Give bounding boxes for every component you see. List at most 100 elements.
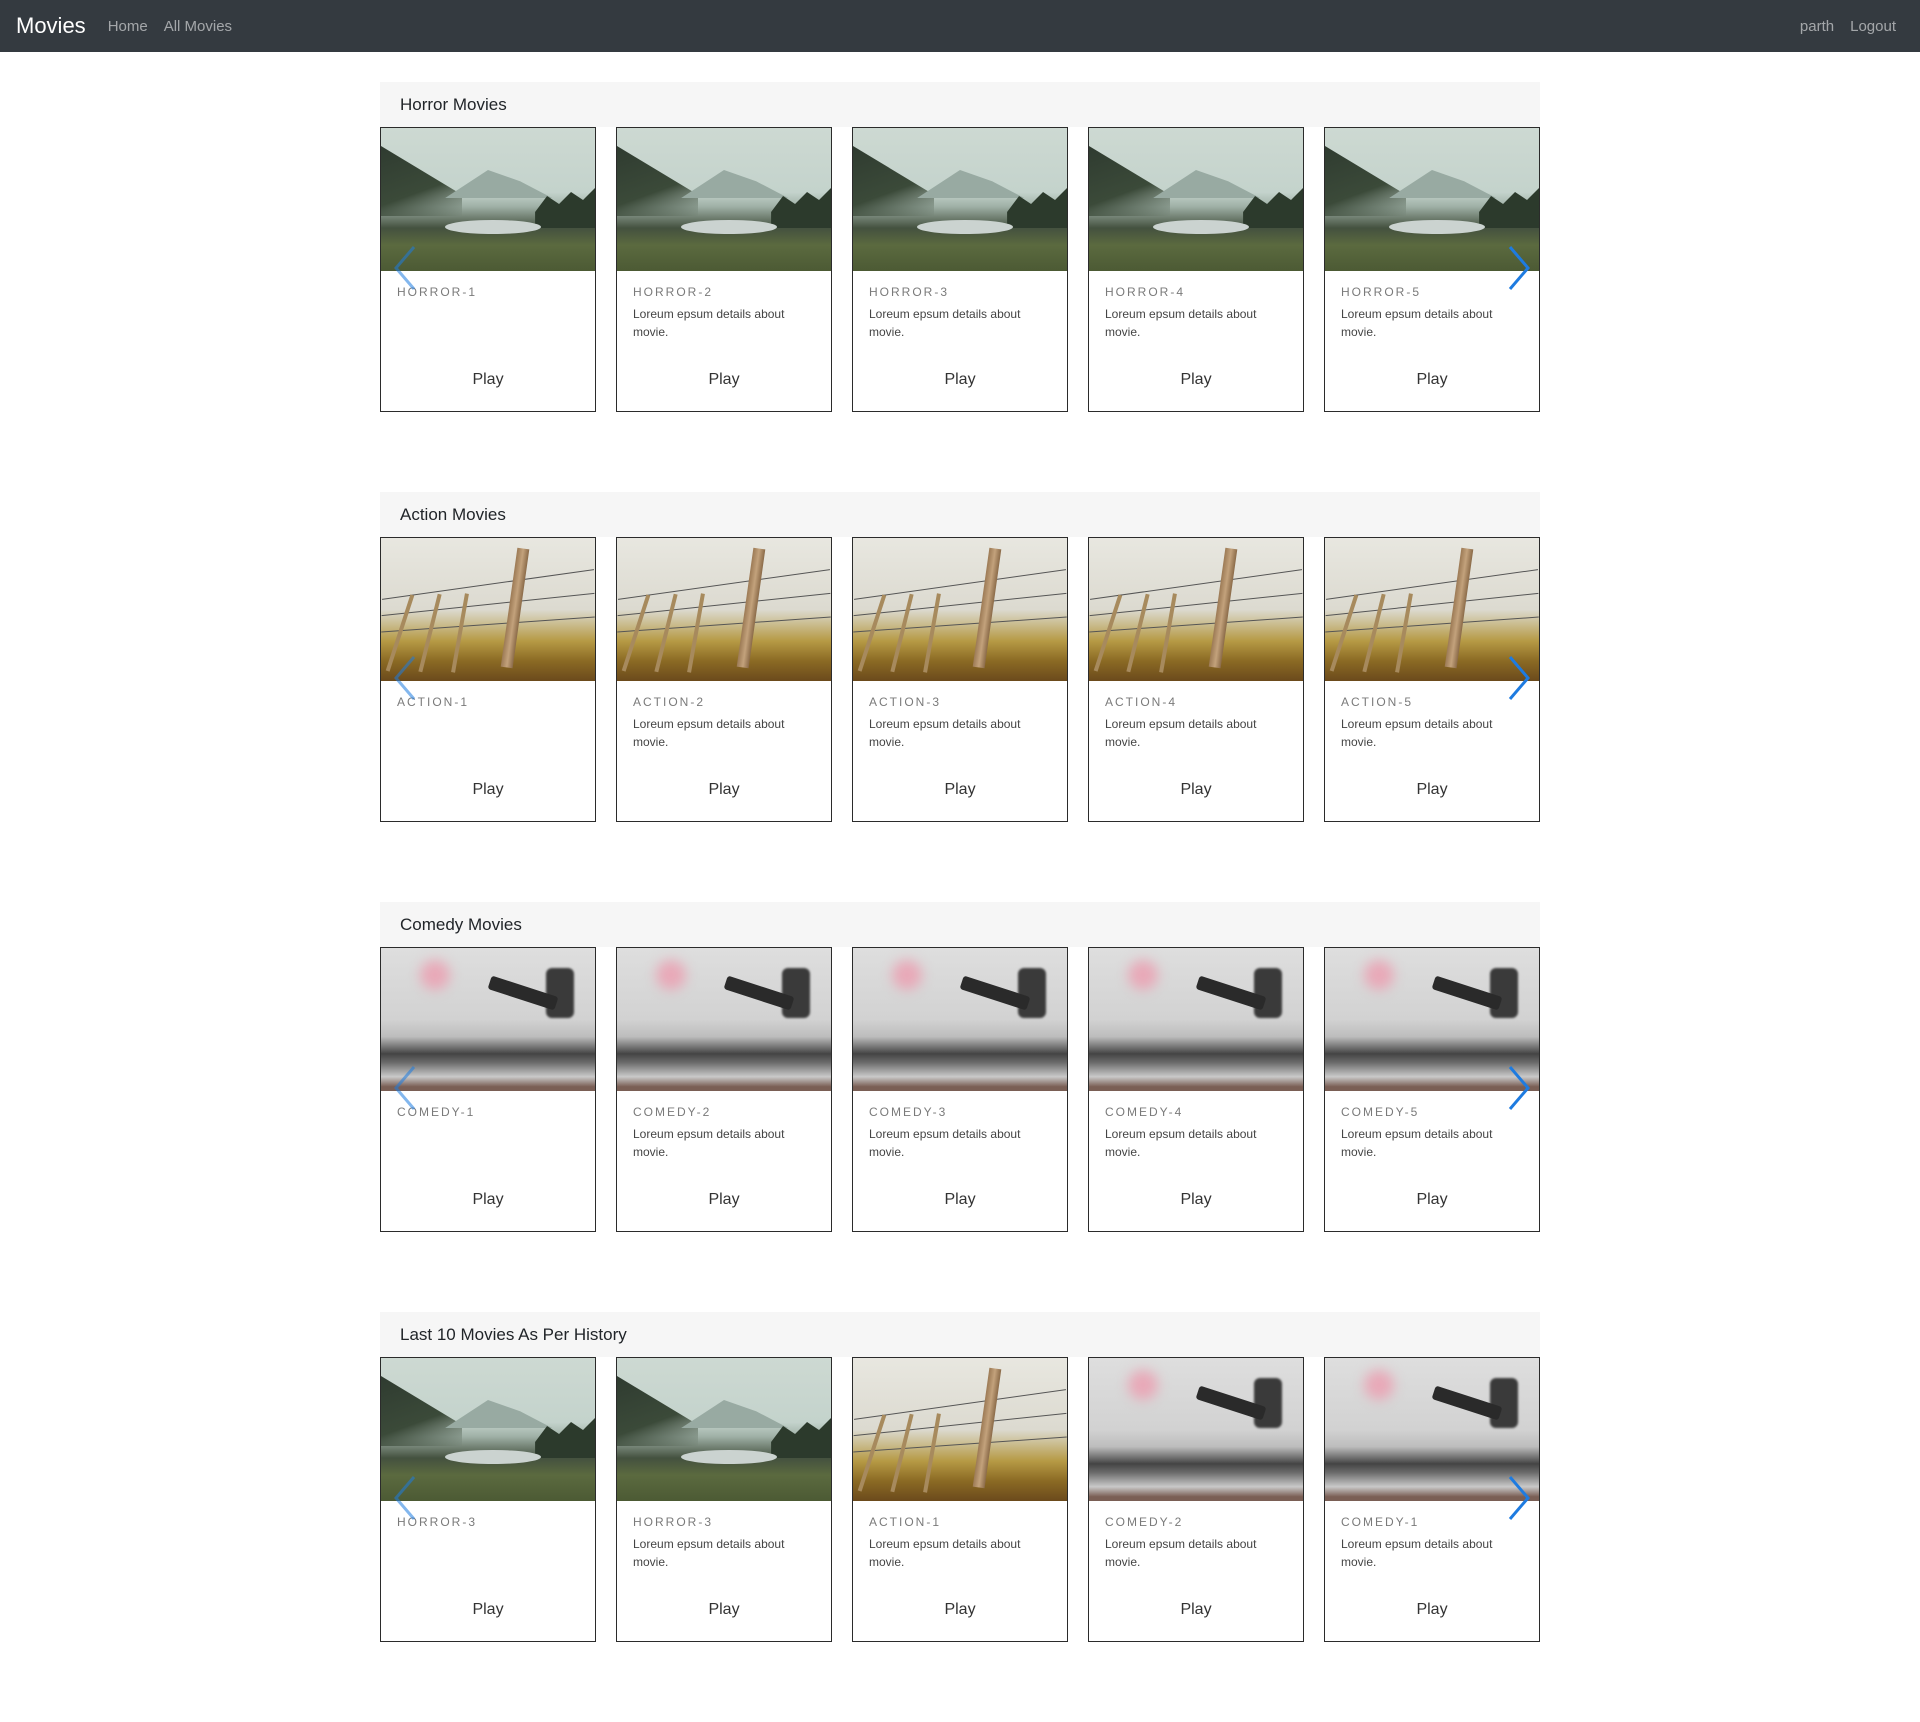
movie-title: HORROR-2 (633, 285, 714, 299)
nav-user-area: parth Logout (1800, 18, 1904, 35)
image-fence-post (973, 547, 1002, 669)
section-last-10-movies-as-per-history: Last 10 Movies As Per History HORROR-3 P… (380, 1312, 1540, 1722)
nav-home-link[interactable]: Home (108, 18, 148, 35)
play-button[interactable]: Play (617, 1191, 831, 1209)
card-body: HORROR-3 Loreum epsum details about movi… (617, 1501, 831, 1571)
movie-description: Loreum epsum details about movie. (1105, 1537, 1257, 1569)
movie-description: Loreum epsum details about movie. (1105, 307, 1257, 339)
movie-description: Loreum epsum details about movie. (633, 307, 785, 339)
play-button[interactable]: Play (853, 781, 1067, 799)
movie-card[interactable]: COMEDY-4 Loreum epsum details about movi… (1088, 947, 1304, 1232)
brand-link[interactable]: Movies (16, 13, 86, 39)
movie-title: COMEDY-4 (1105, 1105, 1184, 1119)
play-button[interactable]: Play (1089, 371, 1303, 389)
movie-title: COMEDY-2 (1105, 1515, 1184, 1529)
image-wire (617, 616, 831, 633)
card-body: HORROR-3 Loreum epsum details about movi… (853, 271, 1067, 341)
chevron-left-icon (394, 246, 416, 290)
play-button[interactable]: Play (1325, 781, 1539, 799)
play-button[interactable]: Play (617, 1601, 831, 1619)
movie-card[interactable]: COMEDY-3 Loreum epsum details about movi… (852, 947, 1068, 1232)
user-name-link[interactable]: parth (1800, 18, 1834, 35)
carousel-next-button[interactable] (1504, 653, 1534, 703)
section-title: Action Movies (380, 492, 1540, 537)
movie-carousel: COMEDY-1 Play COMEDY-2 Loreum epsum deta… (380, 947, 1540, 1232)
movie-card[interactable]: HORROR-3 Loreum epsum details about movi… (616, 1357, 832, 1642)
carousel-prev-button[interactable] (390, 1063, 420, 1113)
movie-card[interactable]: ACTION-1 Loreum epsum details about movi… (852, 1357, 1068, 1642)
movie-description: Loreum epsum details about movie. (869, 1537, 1021, 1569)
chevron-right-icon (1508, 656, 1530, 700)
image-fence-stake (621, 594, 651, 672)
chevron-right-icon (1508, 1476, 1530, 1520)
play-button[interactable]: Play (1089, 781, 1303, 799)
movie-description: Loreum epsum details about movie. (1341, 1127, 1493, 1159)
image-hills (445, 170, 553, 198)
movie-description: Loreum epsum details about movie. (633, 717, 785, 749)
section-comedy-movies: Comedy Movies COMEDY-1 Play COMEDY-2 Lor… (380, 902, 1540, 1312)
carousel-prev-button[interactable] (390, 243, 420, 293)
play-button[interactable]: Play (381, 1601, 595, 1619)
movie-card[interactable]: HORROR-2 Loreum epsum details about movi… (616, 127, 832, 412)
movie-card[interactable]: ACTION-3 Loreum epsum details about movi… (852, 537, 1068, 822)
carousel-prev-button[interactable] (390, 653, 420, 703)
movie-thumbnail (853, 128, 1067, 271)
play-button[interactable]: Play (617, 781, 831, 799)
image-tonearm-head (1253, 1378, 1282, 1428)
image-blur (1127, 960, 1158, 990)
section-title: Horror Movies (380, 82, 1540, 127)
card-body: HORROR-2 Loreum epsum details about movi… (617, 271, 831, 341)
play-button[interactable]: Play (1089, 1191, 1303, 1209)
movie-title: COMEDY-5 (1341, 1105, 1420, 1119)
movie-card[interactable]: COMEDY-2 Loreum epsum details about movi… (1088, 1357, 1304, 1642)
carousel-next-button[interactable] (1504, 243, 1534, 293)
carousel-next-button[interactable] (1504, 1473, 1534, 1523)
movie-card[interactable]: HORROR-4 Loreum epsum details about movi… (1088, 127, 1304, 412)
section-title: Last 10 Movies As Per History (380, 1312, 1540, 1357)
play-button[interactable]: Play (381, 781, 595, 799)
movie-card[interactable]: ACTION-4 Loreum epsum details about movi… (1088, 537, 1304, 822)
movie-thumbnail (617, 1358, 831, 1501)
card-body: COMEDY-4 Loreum epsum details about movi… (1089, 1091, 1303, 1161)
movie-card[interactable]: COMEDY-2 Loreum epsum details about movi… (616, 947, 832, 1232)
movie-thumbnail (853, 1358, 1067, 1501)
play-button[interactable]: Play (853, 1191, 1067, 1209)
play-button[interactable]: Play (1325, 1601, 1539, 1619)
image-hills (1389, 170, 1497, 198)
image-hills (1153, 170, 1261, 198)
play-button[interactable]: Play (381, 1191, 595, 1209)
section-title: Comedy Movies (380, 902, 1540, 947)
image-blur (655, 960, 686, 990)
movie-card[interactable]: ACTION-2 Loreum epsum details about movi… (616, 537, 832, 822)
image-wire (853, 616, 1067, 633)
play-button[interactable]: Play (1325, 1191, 1539, 1209)
play-button[interactable]: Play (617, 371, 831, 389)
image-blur (891, 960, 922, 990)
image-fence-stake (1126, 593, 1150, 673)
movie-title: ACTION-5 (1341, 695, 1414, 709)
movie-title: HORROR-1 (397, 285, 478, 299)
movie-card[interactable]: HORROR-3 Loreum epsum details about movi… (852, 127, 1068, 412)
image-tonearm-head (781, 968, 810, 1018)
card-body: COMEDY-2 Loreum epsum details about movi… (617, 1091, 831, 1161)
play-button[interactable]: Play (381, 371, 595, 389)
movie-title: COMEDY-1 (1341, 1515, 1420, 1529)
play-button[interactable]: Play (1089, 1601, 1303, 1619)
logout-link[interactable]: Logout (1850, 18, 1896, 35)
image-tonearm-head (1489, 968, 1518, 1018)
image-fence-stake (1159, 593, 1177, 673)
chevron-left-icon (394, 1476, 416, 1520)
card-body: HORROR-4 Loreum epsum details about movi… (1089, 271, 1303, 341)
play-button[interactable]: Play (853, 1601, 1067, 1619)
nav-all-movies-link[interactable]: All Movies (164, 18, 232, 35)
image-hills (445, 1400, 553, 1428)
play-button[interactable]: Play (853, 371, 1067, 389)
image-blur (1363, 960, 1394, 990)
carousel-next-button[interactable] (1504, 1063, 1534, 1113)
image-hills (917, 170, 1025, 198)
carousel-prev-button[interactable] (390, 1473, 420, 1523)
movie-carousel: HORROR-1 Play HORROR-2 Loreum epsum deta… (380, 127, 1540, 412)
image-fence-stake (890, 1413, 914, 1493)
play-button[interactable]: Play (1325, 371, 1539, 389)
image-fence-stake (890, 593, 914, 673)
